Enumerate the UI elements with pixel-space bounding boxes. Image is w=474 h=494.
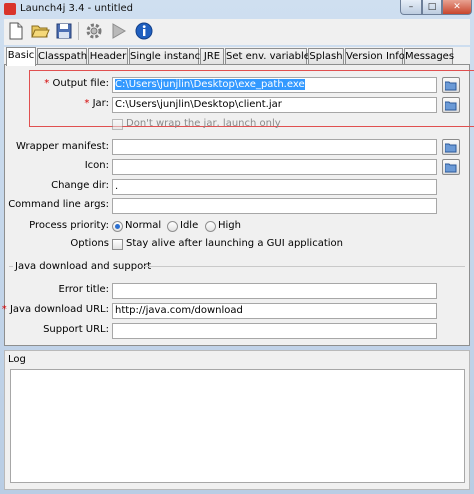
group-divider: [143, 266, 465, 267]
icon-field[interactable]: [112, 159, 437, 175]
jar-field[interactable]: C:\Users\junjlin\Desktop\client.jar: [112, 97, 437, 113]
tab-splash[interactable]: Splash: [308, 48, 344, 65]
gear-icon[interactable]: [84, 21, 104, 41]
stay-alive-label: Stay alive after launching a GUI applica…: [126, 238, 343, 249]
tab-classpath[interactable]: Classpath: [37, 48, 87, 65]
window-title: Launch4j 3.4 - untitled: [20, 3, 133, 14]
maximize-button[interactable]: □: [422, 0, 442, 15]
required-marker: *: [44, 78, 50, 89]
open-folder-icon[interactable]: [30, 21, 50, 41]
priority-normal-radio[interactable]: [112, 221, 123, 232]
new-file-icon[interactable]: [6, 21, 26, 41]
dont-wrap-label: Don't wrap the jar, launch only: [126, 118, 281, 129]
close-button[interactable]: ✕: [442, 0, 472, 15]
open-folder-icon: [445, 143, 457, 153]
tab-messages[interactable]: Messages: [404, 48, 454, 65]
toolbar: [4, 19, 470, 45]
change-dir-field[interactable]: .: [112, 179, 437, 195]
launch4j-window: Launch4j 3.4 - untitled – □ ✕ Basic Clas…: [0, 0, 474, 494]
tab-set-env-variables[interactable]: Set env. variables: [225, 48, 315, 65]
app-icon: [4, 3, 16, 15]
tab-version-info[interactable]: Version Info: [345, 48, 405, 65]
output-file-browse-button[interactable]: [442, 77, 460, 93]
command-line-args-label: Command line args:: [8, 199, 109, 210]
stay-alive-checkbox[interactable]: [112, 239, 123, 250]
info-icon[interactable]: [134, 21, 154, 41]
basic-panel: * Output file: C:\Users\junjlin\Desktop\…: [1, 64, 474, 346]
priority-idle-radio[interactable]: [167, 221, 178, 232]
support-url-label: Support URL:: [43, 324, 109, 335]
play-icon[interactable]: [108, 21, 128, 41]
change-dir-label: Change dir:: [51, 180, 109, 191]
options-label: Options: [70, 238, 109, 249]
jar-label: * Jar:: [84, 98, 109, 109]
wrapper-manifest-browse-button[interactable]: [442, 139, 460, 155]
priority-high-label: High: [218, 220, 241, 231]
save-icon[interactable]: [54, 21, 74, 41]
group-divider: [9, 266, 13, 267]
icon-browse-button[interactable]: [442, 159, 460, 175]
wrapper-manifest-field[interactable]: [112, 139, 437, 155]
output-file-value: C:\Users\junjlin\Desktop\exe_path.exe: [115, 79, 305, 90]
output-file-label: * Output file:: [44, 78, 109, 89]
priority-idle-label: Idle: [180, 220, 199, 231]
java-download-url-field[interactable]: http://java.com/download: [112, 303, 437, 319]
log-textarea[interactable]: [10, 369, 465, 483]
open-folder-icon: [445, 101, 457, 111]
process-priority-label: Process priority:: [29, 220, 109, 231]
tab-basic[interactable]: Basic: [6, 47, 36, 66]
support-url-field[interactable]: [112, 323, 437, 339]
priority-high-radio[interactable]: [205, 221, 216, 232]
tab-single-instance[interactable]: Single instance: [129, 48, 206, 65]
toolbar-separator: [78, 22, 79, 40]
wrapper-manifest-label: Wrapper manifest:: [16, 141, 109, 152]
jar-browse-button[interactable]: [442, 97, 460, 113]
output-file-field[interactable]: C:\Users\junjlin\Desktop\exe_path.exe: [112, 77, 437, 93]
dont-wrap-checkbox[interactable]: [112, 119, 123, 130]
command-line-args-field[interactable]: [112, 198, 437, 214]
tab-jre[interactable]: JRE: [200, 48, 224, 65]
java-download-url-label: * Java download URL:: [1, 304, 109, 315]
title-bar: Launch4j 3.4 - untitled – □ ✕: [0, 0, 474, 18]
tab-header[interactable]: Header: [88, 48, 128, 65]
java-download-group-title: Java download and support: [15, 261, 152, 272]
required-marker: *: [1, 304, 7, 315]
required-marker: *: [84, 98, 90, 109]
error-title-label: Error title:: [58, 284, 109, 295]
tab-strip: Basic Classpath Header Single instance J…: [4, 47, 470, 66]
icon-label: Icon:: [84, 160, 109, 171]
log-title: Log: [8, 354, 26, 365]
open-folder-icon: [445, 81, 457, 91]
error-title-field[interactable]: [112, 283, 437, 299]
open-folder-icon: [445, 163, 457, 173]
priority-normal-label: Normal: [125, 220, 162, 231]
minimize-button[interactable]: –: [400, 0, 422, 15]
